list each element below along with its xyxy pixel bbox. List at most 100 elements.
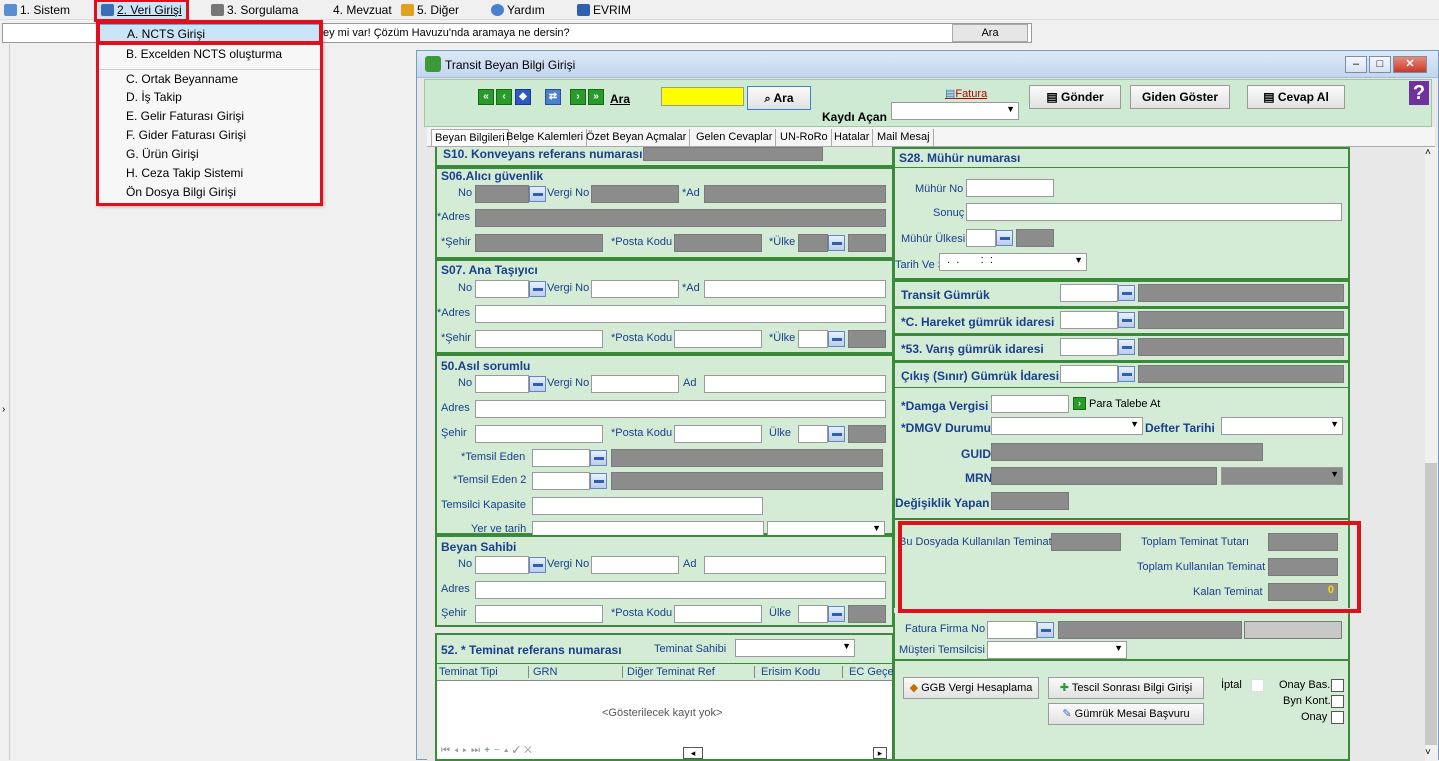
beyan-sahibi-vergi-input[interactable] (591, 556, 679, 574)
expand-arrow-icon[interactable]: › (2, 404, 5, 415)
beyan-sahibi-ulke-lookup-icon[interactable] (828, 606, 845, 622)
scroll-down-icon[interactable]: ˅ (1425, 747, 1431, 758)
first-record-icon[interactable]: « (478, 89, 494, 105)
beyan-sahibi-ulke-input[interactable] (798, 605, 828, 623)
beyan-sahibi-posta-input[interactable] (674, 605, 762, 623)
beyan-sahibi-no-lookup-icon[interactable] (529, 557, 546, 573)
s07-ad-input[interactable] (704, 280, 886, 298)
gumruk-mesai-button[interactable]: ✎ Gümrük Mesai Başvuru (1048, 703, 1204, 725)
search-button[interactable]: Ara (952, 24, 1028, 42)
onay-checkbox[interactable] (1331, 711, 1344, 724)
scroll-up-icon[interactable]: ˄ (1425, 147, 1431, 158)
musteri-temsilcisi-select[interactable] (987, 641, 1127, 659)
temsilci-kapasite-input[interactable] (532, 497, 763, 515)
tab-belge-kalemleri[interactable]: Belge Kalemleri (503, 129, 588, 146)
beyan-sahibi-adres-input[interactable] (475, 581, 886, 599)
teminat-sahibi-select[interactable] (735, 639, 855, 657)
muhur-ulkesi-input[interactable] (966, 229, 996, 247)
mrn-select[interactable] (1221, 467, 1343, 485)
s06-ulke-lookup-icon[interactable] (828, 235, 845, 251)
transit-gumruk-lookup-icon[interactable] (1118, 285, 1135, 301)
s06-ad-input[interactable] (704, 185, 886, 203)
s06-sehir-input[interactable] (475, 234, 603, 252)
s50-ulke-lookup-icon[interactable] (828, 426, 845, 442)
beyan-sahibi-sehir-input[interactable] (475, 605, 603, 623)
cikis-gumruk-lookup-icon[interactable] (1118, 366, 1135, 382)
s06-ulke-input[interactable] (798, 234, 828, 252)
para-talebe-link[interactable]: Para Talebe At (1089, 398, 1160, 410)
menu-mevzuat[interactable]: 4. Mevzuat (333, 2, 392, 19)
window-titlebar[interactable]: Transit Beyan Bilgi Girişi – □ ✕ (417, 51, 1438, 78)
tab-beyan-bilgileri[interactable]: Beyan Bilgileri (431, 129, 509, 146)
grid-navigator[interactable]: ⏮◂▸⏭+−▴✓✕ (441, 745, 536, 756)
byn-kont-checkbox[interactable] (1331, 695, 1344, 708)
s06-adres-input[interactable] (475, 209, 886, 227)
grid-scroll-right-icon[interactable]: ▸ (873, 747, 887, 759)
damga-vergisi-input[interactable] (991, 395, 1069, 413)
s50-no-lookup-icon[interactable] (529, 376, 546, 392)
muhur-no-input[interactable] (966, 179, 1054, 197)
menu-veri-girisi[interactable]: 2. Veri Girişi (94, 0, 189, 22)
para-talebe-icon[interactable]: › (1073, 397, 1086, 410)
kaydi-acan-select[interactable] (891, 102, 1019, 120)
tab-hatalar[interactable]: Hatalar (831, 129, 874, 146)
minimize-button[interactable]: – (1345, 56, 1367, 73)
muhur-ulkesi-lookup-icon[interactable] (996, 230, 1013, 246)
s07-adres-input[interactable] (475, 305, 886, 323)
maximize-button[interactable]: □ (1369, 56, 1391, 73)
dmgv-select[interactable] (991, 417, 1143, 435)
beyan-sahibi-ad-input[interactable] (704, 556, 886, 574)
temsil-eden2-input[interactable] (532, 472, 590, 490)
hareket-gumruk-input[interactable] (1060, 311, 1118, 329)
menu-evrim[interactable]: EVRIM (577, 2, 631, 19)
s07-no-lookup-icon[interactable] (529, 281, 546, 297)
s50-no-input[interactable] (475, 375, 529, 393)
s10-input[interactable] (643, 147, 823, 161)
iptal-checkbox[interactable] (1251, 679, 1264, 692)
tab-un-roro[interactable]: UN-RoRo (777, 129, 832, 146)
last-record-icon[interactable]: » (588, 89, 604, 105)
prev-record-icon[interactable]: ‹ (496, 89, 512, 105)
s06-no-input[interactable] (475, 185, 529, 203)
tab-ozet-beyan[interactable]: Özet Beyan Açmalar (583, 129, 691, 146)
temsil-eden-lookup-icon[interactable] (590, 450, 607, 466)
info-icon[interactable]: ◆ (515, 89, 531, 105)
help-question-icon[interactable]: ? (1409, 81, 1429, 105)
s07-posta-input[interactable] (674, 330, 762, 348)
record-search-button[interactable]: ⌕ Ara (747, 86, 811, 110)
record-search-input[interactable] (661, 87, 744, 106)
tescil-sonrasi-button[interactable]: ✚ Tescil Sonrası Bilgi Girişi (1048, 677, 1204, 699)
onay-bas-checkbox[interactable] (1331, 679, 1344, 692)
s07-ulke-lookup-icon[interactable] (828, 331, 845, 347)
temsil-eden2-lookup-icon[interactable] (590, 473, 607, 489)
s50-posta-input[interactable] (674, 425, 762, 443)
s06-no-lookup-icon[interactable] (529, 186, 546, 202)
fatura-firma-lookup-icon[interactable] (1037, 622, 1054, 638)
s07-sehir-input[interactable] (475, 330, 603, 348)
fatura-firma-no-input[interactable] (987, 621, 1037, 639)
tab-mail-mesaj[interactable]: Mail Mesaj (874, 129, 934, 146)
tab-gelen-cevaplar[interactable]: Gelen Cevaplar (693, 129, 777, 146)
temsil-eden-input[interactable] (532, 449, 590, 467)
menu-diger[interactable]: 5. Diğer (401, 2, 459, 19)
close-button[interactable]: ✕ (1393, 56, 1427, 73)
cevap-al-button[interactable]: ▤ Cevap Al (1247, 85, 1345, 109)
sonuc-input[interactable] (966, 203, 1342, 221)
giden-goster-button[interactable]: Giden Göster (1130, 85, 1230, 109)
defter-tarihi-select[interactable] (1221, 417, 1343, 435)
grid-scroll-left-icon[interactable]: ◂ (683, 747, 703, 759)
fatura-link[interactable]: ▤Fatura (945, 87, 987, 100)
varis-gumruk-lookup-icon[interactable] (1118, 339, 1135, 355)
s07-no-input[interactable] (475, 280, 529, 298)
menu-yardim[interactable]: Yardım (491, 2, 545, 19)
next-record-icon[interactable]: › (570, 89, 586, 105)
hareket-gumruk-lookup-icon[interactable] (1118, 312, 1135, 328)
s07-vergi-input[interactable] (591, 280, 679, 298)
transit-gumruk-input[interactable] (1060, 284, 1118, 302)
left-collapsed-panel[interactable] (0, 44, 10, 760)
menu-sorgulama[interactable]: 3. Sorgulama (211, 2, 298, 19)
cikis-gumruk-input[interactable] (1060, 365, 1118, 383)
vertical-scrollbar[interactable]: ˄ ˅ (1423, 147, 1438, 761)
s07-ulke-input[interactable] (798, 330, 828, 348)
s50-adres-input[interactable] (475, 400, 886, 418)
